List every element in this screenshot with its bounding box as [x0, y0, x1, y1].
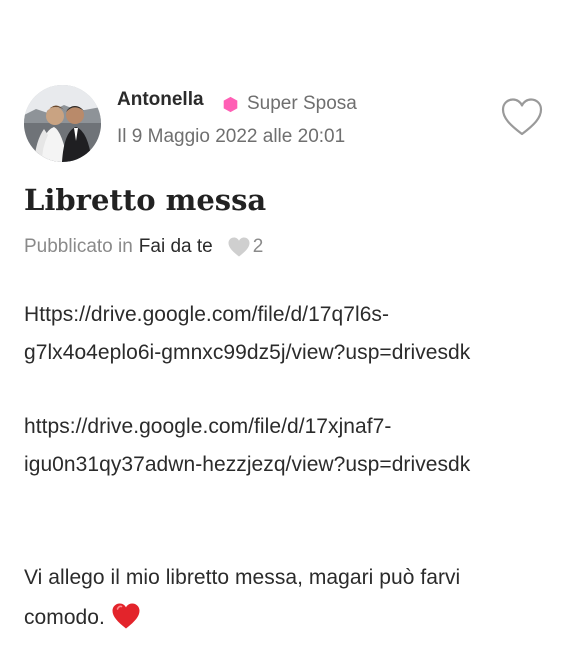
badge-hexagon-icon: [223, 96, 238, 112]
post-title: Libretto messa: [24, 183, 267, 217]
drive-link-2-line-2[interactable]: igu0n31qy37adwn-hezzjezq/view?usp=drives…: [24, 453, 470, 477]
like-button[interactable]: [500, 97, 544, 137]
drive-link-2-line-1[interactable]: https://drive.google.com/file/d/17xjnaf7…: [24, 415, 391, 439]
category-link[interactable]: Fai da te: [139, 236, 213, 258]
red-heart-emoji-icon: [112, 603, 140, 629]
message-line-2-wrapper: comodo.: [24, 602, 141, 630]
drive-link-1-line-1[interactable]: Https://drive.google.com/file/d/17q7l6s-: [24, 303, 389, 327]
heart-filled-icon: [228, 237, 250, 257]
heart-outline-icon: [501, 98, 543, 136]
badge-label: Super Sposa: [247, 93, 357, 114]
message-line-2: comodo.: [24, 606, 105, 629]
author-badge: Super Sposa: [222, 93, 357, 115]
author-avatar[interactable]: [24, 85, 101, 162]
drive-link-1-line-2[interactable]: g7lx4o4eplo6i-gmnxc99dz5j/view?usp=drive…: [24, 341, 470, 365]
wedding-couple-photo: [24, 85, 101, 162]
post-meta: Pubblicato in Fai da te 2: [24, 236, 263, 258]
author-name[interactable]: Antonella: [117, 89, 204, 111]
post-date: Il 9 Maggio 2022 alle 20:01: [117, 126, 346, 147]
message-line-1: Vi allego il mio libretto messa, magari …: [24, 566, 461, 589]
published-prefix: Pubblicato in: [24, 236, 133, 257]
likes-count: 2: [252, 236, 264, 257]
